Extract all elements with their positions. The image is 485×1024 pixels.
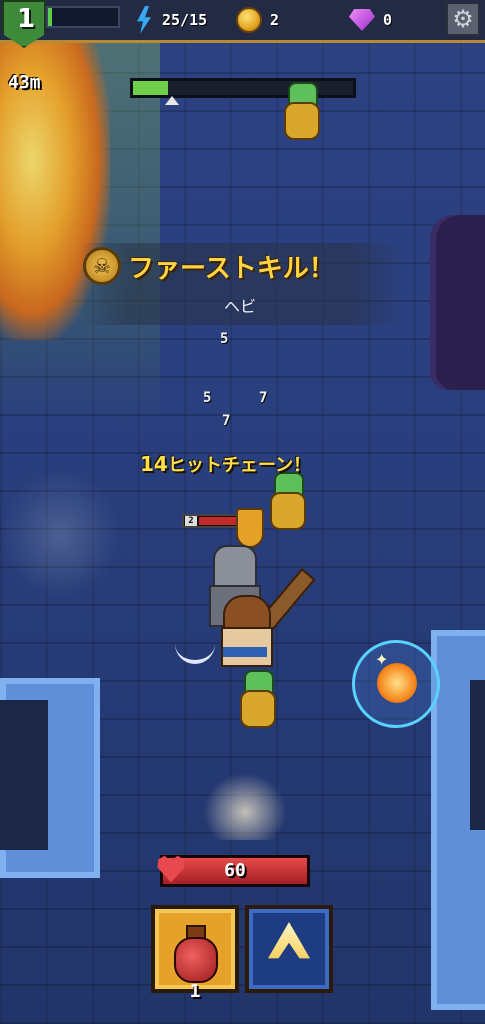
shield-icon [236, 508, 264, 548]
hero-character [205, 595, 285, 675]
snake-enemy[interactable] [268, 472, 306, 530]
hit-chain-text: 14 ヒットチェーン！ [140, 451, 311, 477]
settings-button[interactable]: ⚙ [446, 2, 480, 36]
xp-bar [46, 6, 120, 28]
first-kill-title: ファーストキル！ [128, 254, 335, 284]
pillar-shadow-right [470, 680, 485, 830]
gem-icon [349, 9, 375, 31]
hit-chain-count: 14 [140, 452, 168, 476]
energy-stat[interactable]: 25/15 [134, 6, 207, 34]
dust-effect [200, 770, 290, 840]
game-stage[interactable]: 25/15 2 0 ⚙ 1 43m ☠ ファーストキル！ ヘビ 5 5 7 7 … [0, 0, 485, 1024]
damage-number: 7 [222, 413, 231, 429]
stage-marker-icon [165, 96, 179, 105]
skull-badge-icon: ☠ [83, 247, 121, 285]
gold-coin-icon [236, 7, 262, 33]
dark-tree [430, 215, 485, 390]
potion-bottle [174, 937, 218, 983]
stage-progress-fill [133, 81, 169, 95]
fire-orb-icon [377, 663, 417, 703]
gear-icon: ⚙ [452, 5, 474, 33]
stage-progress-bar [130, 78, 356, 98]
snake-enemy[interactable] [238, 670, 276, 728]
sparkle-icon: ✦ [375, 650, 389, 669]
snake-body [284, 102, 320, 140]
top-bar: 25/15 2 0 ⚙ [0, 0, 485, 43]
snake-enemy[interactable] [282, 82, 320, 140]
energy-value: 25/15 [162, 11, 208, 29]
gold-stat[interactable]: 2 [236, 6, 279, 34]
pillar-shadow-left [0, 700, 48, 850]
hero-belt [223, 647, 267, 657]
damage-number: 7 [259, 390, 268, 406]
killed-enemy-name: ヘビ [223, 297, 256, 316]
player-health-value: 60 [224, 860, 246, 881]
snake-body [240, 690, 276, 728]
level-number: 1 [16, 4, 36, 34]
fog-effect [0, 470, 120, 600]
snake-body [270, 492, 306, 530]
gem-value: 0 [383, 11, 393, 29]
distance-counter: 43m [8, 72, 41, 93]
potion-count: 1 [189, 981, 201, 1002]
potion-icon [170, 925, 218, 983]
enemy-level: 2 [185, 516, 197, 526]
damage-number: 5 [220, 331, 229, 347]
energy-icon [137, 6, 151, 34]
gold-value: 2 [270, 11, 280, 29]
hit-chain-label: ヒットチェーン！ [167, 455, 311, 476]
gem-stat[interactable]: 0 [349, 6, 392, 34]
skill-slot-button[interactable] [245, 905, 333, 993]
damage-number: 5 [203, 390, 212, 406]
xp-fill [48, 8, 53, 26]
